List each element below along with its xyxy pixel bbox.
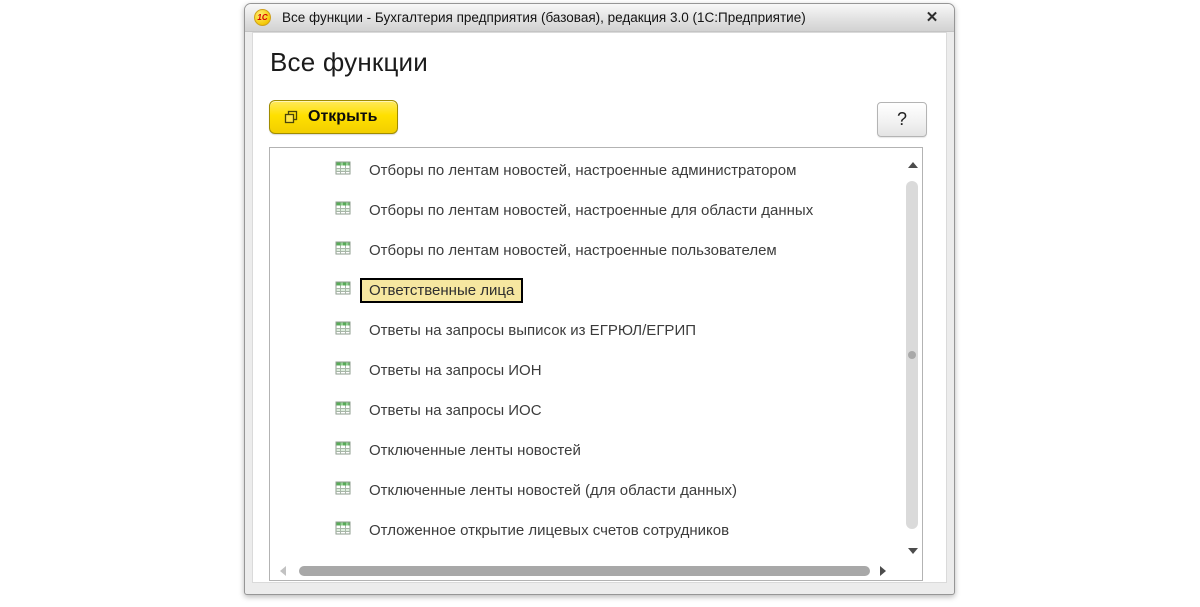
list-item[interactable]: Ответы на запросы выписок из ЕГРЮЛ/ЕГРИП xyxy=(270,310,902,350)
list-item-label: Ответы на запросы выписок из ЕГРЮЛ/ЕГРИП xyxy=(369,321,697,339)
list-item-label: Отборы по лентам новостей, настроенные а… xyxy=(369,161,797,179)
vertical-scrollbar[interactable] xyxy=(902,148,922,562)
list-item[interactable]: Ответы на запросы ИОС xyxy=(270,390,902,430)
list-item-label: Отключенные ленты новостей (для области … xyxy=(369,481,738,499)
horizontal-scrollbar-thumb[interactable] xyxy=(299,566,870,576)
table-grid-icon xyxy=(335,280,351,300)
table-grid-icon xyxy=(335,160,351,180)
list-item-label: Ответственные лица xyxy=(360,277,524,303)
window-title: Все функции - Бухгалтерия предприятия (б… xyxy=(282,10,806,25)
scrollbar-grip-icon xyxy=(908,351,916,359)
list-item[interactable]: Ответы на запросы ИОН xyxy=(270,350,902,390)
1c-logo-icon: 1С xyxy=(254,9,271,26)
scroll-right-icon[interactable] xyxy=(880,566,886,576)
table-grid-icon xyxy=(335,400,351,420)
open-window-icon xyxy=(284,110,298,124)
functions-list-rows: Отборы по лентам новостей, настроенные а… xyxy=(270,150,902,550)
scroll-up-icon[interactable] xyxy=(908,162,918,168)
table-grid-icon xyxy=(335,320,351,340)
dialog-content: Все функции Открыть ? Отборы по лентам н… xyxy=(252,32,947,583)
list-item-label: Ответы на запросы ИОС xyxy=(369,401,542,419)
list-item-label: Отборы по лентам новостей, настроенные п… xyxy=(369,241,777,259)
all-functions-dialog: 1С Все функции - Бухгалтерия предприятия… xyxy=(244,3,955,595)
list-item[interactable]: Отборы по лентам новостей, настроенные а… xyxy=(270,150,902,190)
table-grid-icon xyxy=(335,200,351,220)
list-item[interactable]: Отключенные ленты новостей (для области … xyxy=(270,470,902,510)
vertical-scrollbar-thumb[interactable] xyxy=(906,181,918,529)
list-item-label: Ответы на запросы ИОН xyxy=(369,361,542,379)
open-button-label: Открыть xyxy=(308,108,378,125)
list-item-label: Отключенные ленты новостей xyxy=(369,441,581,459)
list-item[interactable]: Отборы по лентам новостей, настроенные д… xyxy=(270,190,902,230)
table-grid-icon xyxy=(335,440,351,460)
title-bar: 1С Все функции - Бухгалтерия предприятия… xyxy=(245,4,954,32)
table-grid-icon xyxy=(335,360,351,380)
help-button[interactable]: ? xyxy=(877,102,927,137)
list-item[interactable]: Отключенные ленты новостей xyxy=(270,430,902,470)
list-item-label: Отложенное открытие лицевых счетов сотру… xyxy=(369,521,730,539)
page-title: Все функции xyxy=(270,47,428,77)
table-grid-icon xyxy=(335,240,351,260)
list-item[interactable]: Отборы по лентам новостей, настроенные п… xyxy=(270,230,902,270)
table-grid-icon xyxy=(335,480,351,500)
list-item[interactable]: Отложенное открытие лицевых счетов сотру… xyxy=(270,510,902,550)
horizontal-scrollbar[interactable] xyxy=(270,562,902,580)
scroll-left-icon[interactable] xyxy=(280,566,286,576)
table-grid-icon xyxy=(335,520,351,540)
functions-list: Отборы по лентам новостей, настроенные а… xyxy=(269,147,923,581)
list-item-label: Отборы по лентам новостей, настроенные д… xyxy=(369,201,814,219)
list-item[interactable]: Ответственные лица xyxy=(270,270,902,310)
open-button[interactable]: Открыть xyxy=(269,100,399,134)
close-icon[interactable]: ✕ xyxy=(918,5,946,31)
scroll-down-icon[interactable] xyxy=(908,548,918,554)
help-button-label: ? xyxy=(896,109,907,129)
